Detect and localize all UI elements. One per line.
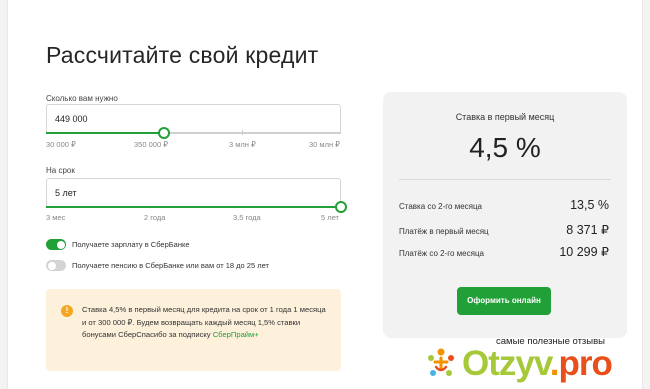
term-label: На срок [46,166,75,175]
term-value: 5 лет [55,188,77,198]
pension-toggle[interactable] [46,260,66,271]
apply-online-button[interactable]: Оформить онлайн [457,287,551,315]
summary-row: Ставка со 2-го месяца 13,5 % [399,198,609,212]
rate-from-second-month-value: 13,5 % [570,198,609,212]
term-slider-thumb[interactable] [335,201,347,213]
rate-from-second-month-label: Ставка со 2-го месяца [399,202,482,211]
watermark-brand: Otzyv.pro [462,344,613,384]
watermark-logo: Otzyv.pro [424,344,613,384]
amount-slider-thumb[interactable] [158,127,170,139]
amount-label: Сколько вам нужно [46,94,118,103]
first-payment-label: Платёж в первый месяц [399,227,489,236]
first-rate-value: 4,5 % [469,132,541,163]
info-note: ! Ставка 4,5% в первый месяц для кредита… [46,289,341,371]
term-slider[interactable] [46,201,347,213]
term-scale-2: 2 года [144,213,166,222]
next-payment-value: 10 299 ₽ [559,245,609,259]
amount-slider[interactable] [46,127,341,139]
amount-value: 449 000 [55,114,88,124]
info-note-text: Ставка 4,5% в первый месяц для кредита н… [82,304,332,342]
salary-toggle-row[interactable]: Получаете зарплату в СберБанке [46,239,190,250]
amount-scale-2: 350 000 ₽ [134,140,168,149]
page-edge-left [0,0,8,389]
first-payment-value: 8 371 ₽ [566,223,609,237]
sberprime-link[interactable]: СберПрайм+ [213,330,259,339]
term-scale-min: 3 мес [46,213,66,222]
page-title: Рассчитайте свой кредит [46,42,319,68]
amount-scale-min: 30 000 ₽ [46,140,76,149]
amount-field[interactable]: 449 000 [46,104,341,134]
pension-toggle-row[interactable]: Получаете пенсию в СберБанке или вам от … [46,260,269,271]
summary-row: Платёж со 2-го месяца 10 299 ₽ [399,244,609,259]
salary-toggle-label: Получаете зарплату в СберБанке [72,240,190,249]
card-divider [399,179,611,180]
term-slider-fill [46,206,341,208]
salary-toggle[interactable] [46,239,66,250]
term-scale-max: 5 лет [321,213,339,222]
people-icon [424,347,458,381]
first-rate-label: Ставка в первый месяц [455,112,555,122]
pension-toggle-label: Получаете пенсию в СберБанке или вам от … [72,261,269,270]
watermark-brand-tld: pro [558,344,612,383]
amount-slider-fill [46,132,164,134]
amount-scale-max: 30 млн ₽ [309,140,340,149]
info-note-body: Ставка 4,5% в первый месяц для кредита н… [82,305,326,339]
next-payment-label: Платёж со 2-го месяца [399,249,484,258]
info-icon: ! [61,305,73,317]
amount-scale-3: 3 млн ₽ [229,140,256,149]
watermark-brand-main: Otzyv [462,344,551,383]
summary-row: Платёж в первый месяц 8 371 ₽ [399,222,609,237]
summary-card: Ставка в первый месяц 4,5 % Ставка со 2-… [383,92,627,338]
page-edge-right [642,0,650,389]
term-scale-3: 3,5 года [233,213,261,222]
term-field[interactable]: 5 лет [46,178,341,208]
amount-slider-tick [242,130,243,135]
